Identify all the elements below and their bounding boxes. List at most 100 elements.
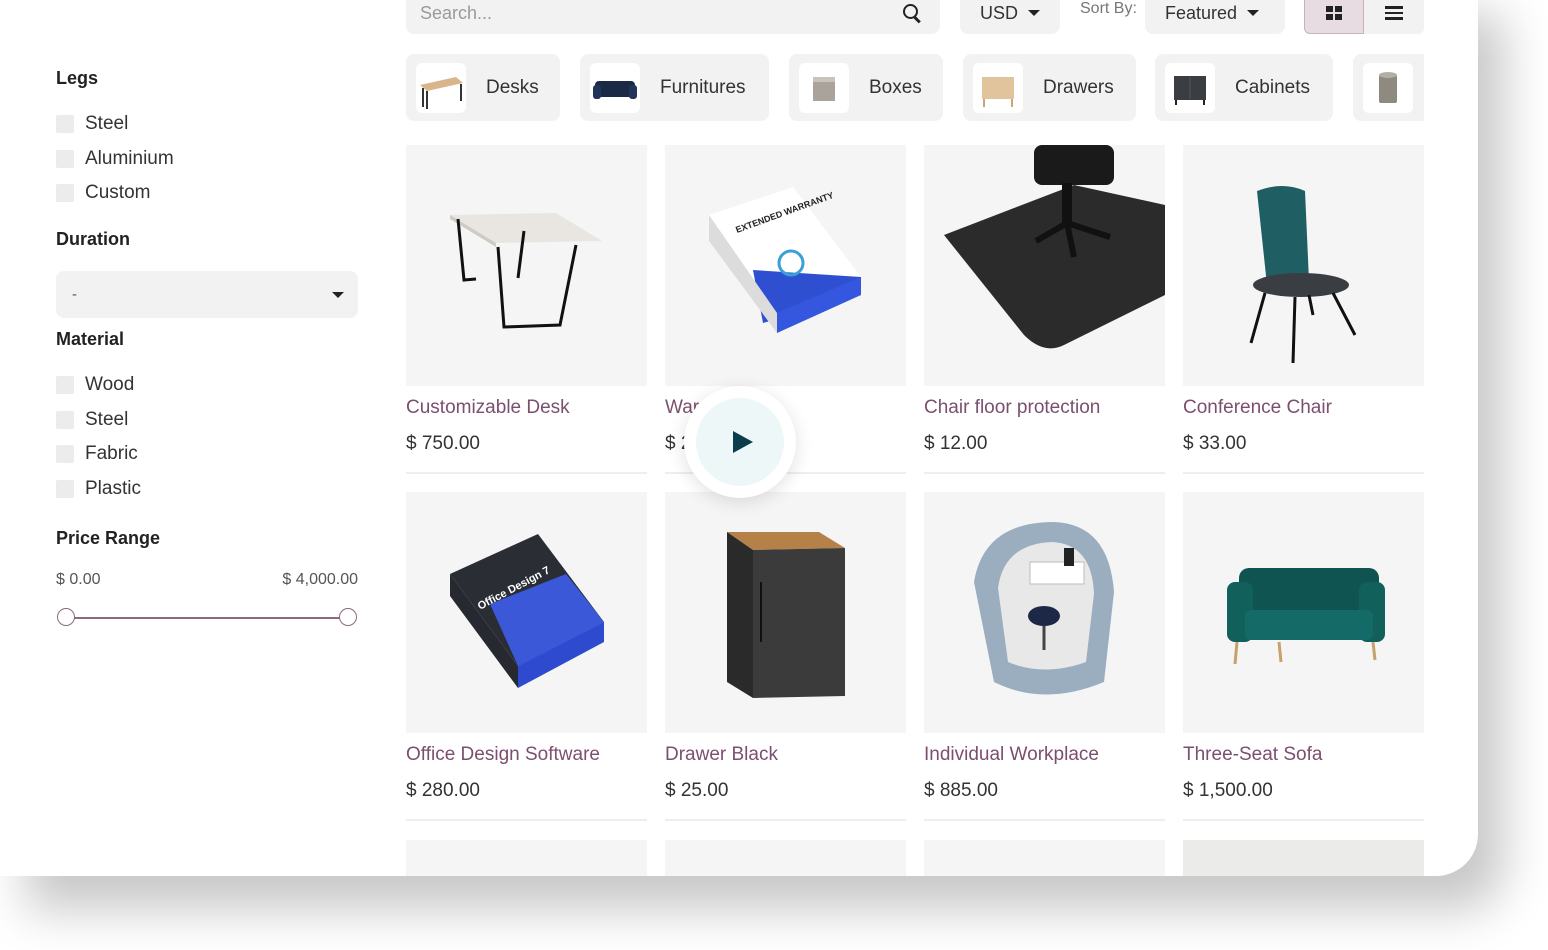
chevron-down-icon <box>1247 10 1260 16</box>
product-image[interactable]: Office Design 7 <box>406 492 647 733</box>
checkbox[interactable] <box>56 150 74 168</box>
checkbox[interactable] <box>56 480 74 498</box>
checkbox[interactable] <box>56 376 74 394</box>
drawer-icon <box>973 62 1023 113</box>
product-name[interactable]: Individual Workplace <box>924 744 1099 766</box>
product-image[interactable] <box>1183 145 1424 386</box>
product-card-customizable-desk[interactable]: Customizable Desk $ 750.00 <box>406 145 647 474</box>
product-image[interactable]: EXTENDED WARRANTY <box>665 145 906 386</box>
product-card-individual-workplace[interactable]: Individual Workplace $ 885.00 <box>924 492 1165 821</box>
product-image[interactable] <box>1183 492 1424 733</box>
search-icon[interactable] <box>902 3 922 24</box>
filter-material-fabric[interactable]: Fabric <box>56 443 138 465</box>
price-slider-min-handle[interactable] <box>57 608 75 626</box>
view-toggle <box>1304 0 1424 34</box>
product-image[interactable] <box>924 492 1165 733</box>
product-name[interactable]: Three-Seat Sofa <box>1183 744 1322 766</box>
product-name[interactable]: Drawer Black <box>665 744 778 766</box>
shop-card: Search... USD Sort By: Featured Legs Ste… <box>0 0 1478 876</box>
product-price: $ 33.00 <box>1183 433 1247 454</box>
category-bar: Desks Furnitures Boxes Drawers Cabinets <box>406 54 1424 121</box>
category-label: Boxes <box>869 76 922 98</box>
product-price: $ 12.00 <box>924 433 988 454</box>
product-name[interactable]: Conference Chair <box>1183 397 1332 419</box>
checkbox-label: Custom <box>85 182 151 203</box>
search-bar[interactable]: Search... <box>406 0 940 34</box>
product-image-placeholder[interactable] <box>1183 840 1424 876</box>
grid-icon <box>1326 6 1342 20</box>
filter-legs-custom[interactable]: Custom <box>56 182 150 204</box>
play-button-inner <box>696 398 784 486</box>
play-video-button[interactable] <box>684 386 796 498</box>
category-label: Cabinets <box>1235 76 1310 98</box>
grid-view-button[interactable] <box>1304 0 1364 34</box>
duration-select[interactable]: - <box>56 271 358 318</box>
bin-icon <box>1363 62 1413 113</box>
product-image[interactable] <box>665 492 906 733</box>
product-image-placeholder[interactable] <box>665 840 906 876</box>
filter-legs-aluminium[interactable]: Aluminium <box>56 148 174 170</box>
chevron-down-icon <box>1028 10 1041 16</box>
sort-select[interactable]: Featured <box>1145 0 1285 34</box>
divider <box>1183 472 1424 474</box>
filter-material-steel[interactable]: Steel <box>56 409 128 431</box>
checkbox[interactable] <box>56 445 74 463</box>
category-furnitures[interactable]: Furnitures <box>580 54 769 121</box>
divider <box>924 472 1165 474</box>
checkbox-label: Steel <box>85 113 129 134</box>
sofa-icon <box>590 62 640 113</box>
category-cabinets[interactable]: Cabinets <box>1155 54 1333 121</box>
filter-title-material: Material <box>56 329 125 349</box>
product-card-conference-chair[interactable]: Conference Chair $ 33.00 <box>1183 145 1424 474</box>
checkbox[interactable] <box>56 115 74 133</box>
product-card-office-design-software[interactable]: Office Design 7 Office Design Software $… <box>406 492 647 821</box>
product-image[interactable] <box>406 145 647 386</box>
product-name[interactable]: Customizable Desk <box>406 397 570 419</box>
product-card-drawer-black[interactable]: Drawer Black $ 25.00 <box>665 492 906 821</box>
product-image-placeholder[interactable] <box>406 840 647 876</box>
product-name[interactable]: Chair floor protection <box>924 397 1100 419</box>
divider <box>924 819 1165 821</box>
category-label: Desks <box>486 76 539 98</box>
checkbox[interactable] <box>56 184 74 202</box>
checkbox[interactable] <box>56 411 74 429</box>
price-slider-max-handle[interactable] <box>339 608 357 626</box>
filter-title-legs: Legs <box>56 68 99 88</box>
search-input[interactable]: Search... <box>420 3 492 24</box>
list-view-button[interactable] <box>1364 0 1424 34</box>
category-label: Furnitures <box>660 76 746 98</box>
price-max-label: $ 4,000.00 <box>282 571 358 588</box>
category-bins[interactable] <box>1353 54 1424 121</box>
price-slider-track[interactable] <box>66 617 348 619</box>
checkbox-label: Aluminium <box>85 148 174 169</box>
filter-legs-steel[interactable]: Steel <box>56 113 128 135</box>
product-image[interactable] <box>924 145 1165 386</box>
cabinet-icon <box>1165 62 1215 113</box>
category-boxes[interactable]: Boxes <box>789 54 943 121</box>
filter-title-duration: Duration <box>56 229 130 249</box>
filter-title-price-range: Price Range <box>56 528 161 548</box>
filter-material-wood[interactable]: Wood <box>56 374 134 396</box>
category-drawers[interactable]: Drawers <box>963 54 1136 121</box>
checkbox-label: Fabric <box>85 443 138 464</box>
product-card-warranty[interactable]: EXTENDED WARRANTY Warr $ 2 <box>665 145 906 474</box>
divider <box>406 472 647 474</box>
checkbox-label: Plastic <box>85 478 141 499</box>
checkbox-label: Steel <box>85 409 129 430</box>
desk-icon <box>416 62 466 113</box>
chevron-down-icon <box>332 291 344 298</box>
product-price: $ 280.00 <box>406 780 480 801</box>
divider <box>406 819 647 821</box>
product-name[interactable]: Office Design Software <box>406 744 600 766</box>
currency-select[interactable]: USD <box>960 0 1060 34</box>
product-card-chair-floor-protection[interactable]: Chair floor protection $ 12.00 <box>924 145 1165 474</box>
category-desks[interactable]: Desks <box>406 54 560 121</box>
sort-value: Featured <box>1165 2 1238 23</box>
filter-material-plastic[interactable]: Plastic <box>56 478 141 500</box>
product-image-placeholder[interactable] <box>924 840 1165 876</box>
currency-value: USD <box>980 2 1019 23</box>
list-icon <box>1385 3 1403 23</box>
divider <box>1183 819 1424 821</box>
product-card-three-seat-sofa[interactable]: Three-Seat Sofa $ 1,500.00 <box>1183 492 1424 821</box>
category-label: Drawers <box>1043 76 1114 98</box>
